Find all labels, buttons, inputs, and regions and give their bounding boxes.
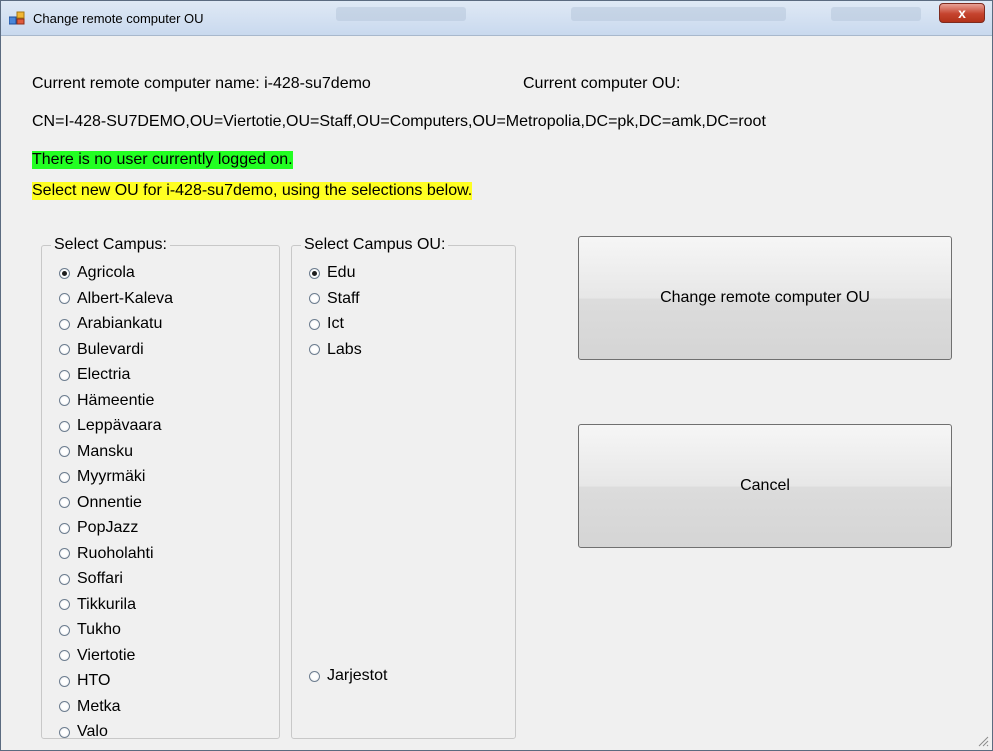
background-taskbar-item — [831, 7, 921, 21]
campus-radio-leppavaara[interactable]: Leppävaara — [59, 414, 162, 438]
radio-button-icon[interactable] — [309, 293, 320, 304]
cancel-button[interactable]: Cancel — [578, 424, 952, 548]
campus-ou-radio-edu[interactable]: Edu — [309, 261, 355, 285]
campus-radio-label: Arabiankatu — [77, 315, 163, 332]
radio-button-icon[interactable] — [59, 624, 70, 636]
resize-grip-icon[interactable] — [977, 735, 989, 747]
radio-button-icon[interactable] — [309, 670, 320, 682]
radio-button-icon[interactable] — [59, 344, 70, 355]
radio-button-icon[interactable] — [59, 522, 70, 534]
radio-button-icon[interactable] — [59, 599, 70, 610]
radio-button-icon[interactable] — [59, 726, 70, 738]
campus-radio-label: Agricola — [77, 264, 135, 281]
remote-computer-name-label: Current remote computer name: i-428-su7d… — [32, 75, 371, 92]
campus-radio-tikkurila[interactable]: Tikkurila — [59, 593, 136, 617]
campus-radio-label: Myyrmäki — [77, 468, 146, 485]
campus-radio-label: Viertotie — [77, 646, 136, 664]
campus-ou-radio-label: Jarjestot — [327, 667, 388, 684]
campus-radio-label: Albert-Kaleva — [77, 289, 174, 307]
radio-button-icon[interactable] — [59, 446, 70, 457]
campus-radio-label: Tukho — [77, 621, 121, 638]
campus-ou-radio-ict[interactable]: Ict — [309, 312, 344, 336]
radio-button-icon[interactable] — [59, 293, 70, 304]
radio-button-icon[interactable] — [59, 420, 70, 432]
campus-radio-viertotie[interactable]: Viertotie — [59, 644, 135, 668]
radio-button-icon[interactable] — [59, 369, 70, 381]
radio-button-icon[interactable] — [59, 497, 70, 508]
campus-radio-label: Hämeentie — [77, 391, 155, 409]
campus-radio-label: Electria — [77, 366, 131, 383]
change-ou-button[interactable]: Change remote computer OU — [578, 236, 952, 360]
campus-ou-radio-label: Edu — [327, 264, 356, 281]
campus-radio-tukho[interactable]: Tukho — [59, 618, 121, 642]
close-icon: x — [958, 5, 966, 21]
current-computer-ou-label: Current computer OU: — [523, 75, 681, 92]
campus-radio-valo[interactable]: Valo — [59, 720, 108, 744]
radio-button-icon[interactable] — [59, 267, 70, 279]
campus-radio-mansku[interactable]: Mansku — [59, 440, 133, 464]
close-button[interactable]: x — [939, 3, 985, 23]
campus-ou-radio-label: Labs — [327, 340, 362, 358]
radio-button-icon[interactable] — [309, 267, 320, 279]
campus-radio-label: Onnentie — [77, 493, 142, 511]
campus-radio-metka[interactable]: Metka — [59, 695, 121, 719]
campus-radio-agricola[interactable]: Agricola — [59, 261, 135, 285]
radio-button-icon[interactable] — [309, 344, 320, 355]
campus-radio-label: Leppävaara — [77, 417, 162, 434]
window-app-icon — [9, 11, 25, 25]
campus-radio-bulevardi[interactable]: Bulevardi — [59, 338, 144, 362]
campus-radio-label: Mansku — [77, 442, 134, 460]
campus-ou-radio-label: Staff — [327, 289, 360, 307]
instruction-message: Select new OU for i-428-su7demo, using t… — [32, 182, 473, 200]
campus-radio-hto[interactable]: HTO — [59, 669, 110, 693]
campus-radio-hameentie[interactable]: Hämeentie — [59, 389, 154, 413]
radio-button-icon[interactable] — [59, 675, 70, 687]
campus-ou-radio-label: Ict — [327, 315, 344, 332]
radio-button-icon[interactable] — [59, 701, 70, 712]
campus-radio-label: Valo — [77, 723, 108, 740]
window-title: Change remote computer OU — [33, 11, 204, 26]
campus-radio-electria[interactable]: Electria — [59, 363, 130, 387]
current-ou-distinguished-name: CN=I-428-SU7DEMO,OU=Viertotie,OU=Staff,O… — [32, 113, 766, 130]
campus-radio-label: Bulevardi — [77, 340, 144, 358]
campus-radio-arabiankatu[interactable]: Arabiankatu — [59, 312, 162, 336]
campus-radio-albert-kaleva[interactable]: Albert-Kaleva — [59, 287, 173, 311]
campus-ou-radio-jarjestot[interactable]: Jarjestot — [309, 664, 387, 688]
campus-radio-label: Soffari — [77, 570, 123, 587]
campus-ou-radio-labs[interactable]: Labs — [309, 338, 362, 362]
radio-button-icon[interactable] — [309, 318, 320, 330]
radio-button-icon[interactable] — [59, 318, 70, 330]
radio-button-icon[interactable] — [59, 471, 70, 483]
change-ou-window: Change remote computer OU x Current remo… — [0, 0, 993, 751]
background-taskbar-item — [336, 7, 466, 21]
campus-groupbox-legend: Select Campus: — [51, 236, 170, 254]
radio-button-icon[interactable] — [59, 548, 70, 559]
radio-button-icon[interactable] — [59, 650, 70, 661]
campus-radio-myyrmaki[interactable]: Myyrmäki — [59, 465, 145, 489]
campus-radio-label: Tikkurila — [77, 595, 136, 613]
campus-radio-label: Metka — [77, 697, 121, 715]
title-bar[interactable]: Change remote computer OU x — [1, 1, 992, 36]
campus-radio-popjazz[interactable]: PopJazz — [59, 516, 138, 540]
campus-radio-soffari[interactable]: Soffari — [59, 567, 123, 591]
login-status-message: There is no user currently logged on. — [32, 151, 293, 169]
campus-radio-ruoholahti[interactable]: Ruoholahti — [59, 542, 154, 566]
campus-radio-onnentie[interactable]: Onnentie — [59, 491, 142, 515]
campus-ou-groupbox-legend: Select Campus OU: — [301, 236, 449, 254]
campus-radio-label: PopJazz — [77, 519, 139, 536]
campus-ou-radio-staff[interactable]: Staff — [309, 287, 360, 311]
campus-radio-label: Ruoholahti — [77, 544, 154, 562]
background-taskbar-item — [571, 7, 786, 21]
radio-button-icon[interactable] — [59, 395, 70, 406]
campus-radio-label: HTO — [77, 672, 111, 689]
radio-button-icon[interactable] — [59, 573, 70, 585]
